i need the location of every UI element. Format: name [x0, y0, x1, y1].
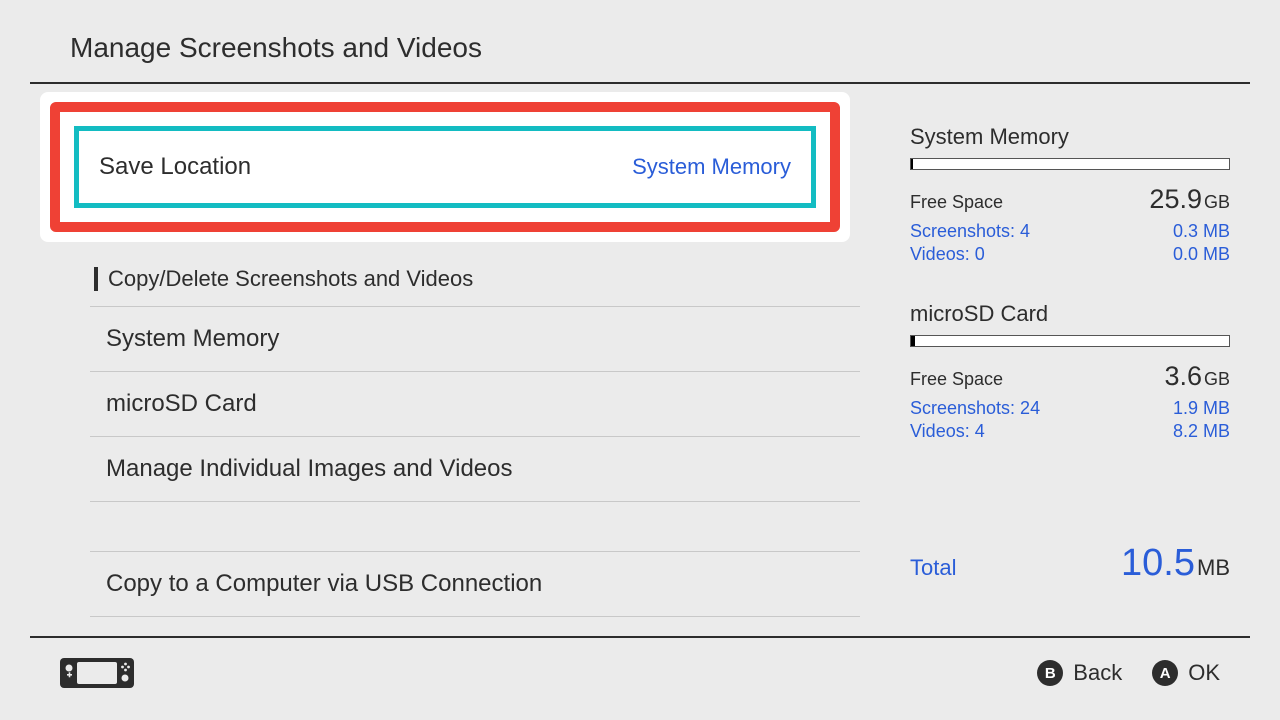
- list-item-microsd[interactable]: microSD Card: [90, 372, 860, 437]
- system-memory-videos-value: 0.0 MB: [1173, 244, 1230, 265]
- system-memory-bar: [910, 158, 1230, 170]
- microsd-bar-fill: [911, 336, 915, 346]
- main-panel: Save Location System Memory Copy/Delete …: [30, 84, 890, 636]
- microsd-screenshots-row: Screenshots: 24 1.9 MB: [910, 398, 1230, 419]
- footer-buttons: B Back A OK: [1037, 660, 1220, 686]
- menu-list: Copy/Delete Screenshots and Videos Syste…: [90, 252, 860, 617]
- storage-panel: System Memory Free Space 25.9GB Screensh…: [890, 84, 1250, 636]
- microsd-free-unit: GB: [1204, 369, 1230, 389]
- total-unit: MB: [1197, 555, 1230, 580]
- save-location-callout: Save Location System Memory: [50, 102, 840, 232]
- system-memory-screenshots-value: 0.3 MB: [1173, 221, 1230, 242]
- microsd-videos-row: Videos: 4 8.2 MB: [910, 421, 1230, 442]
- page-header: Manage Screenshots and Videos: [0, 0, 1280, 82]
- ok-label: OK: [1188, 660, 1220, 686]
- system-memory-screenshots-row: Screenshots: 4 0.3 MB: [910, 221, 1230, 242]
- microsd-bar: [910, 335, 1230, 347]
- a-button-icon: A: [1152, 660, 1178, 686]
- save-location-label: Save Location: [99, 153, 251, 181]
- page-title: Manage Screenshots and Videos: [70, 32, 1210, 64]
- save-location-value: System Memory: [632, 154, 791, 180]
- total-label: Total: [910, 555, 956, 581]
- microsd-screenshots-value: 1.9 MB: [1173, 398, 1230, 419]
- free-space-label: Free Space: [910, 369, 1003, 390]
- system-memory-screenshots-label: Screenshots: 4: [910, 221, 1030, 242]
- section-marker-icon: [94, 267, 98, 291]
- microsd-videos-label: Videos: 4: [910, 421, 985, 442]
- system-memory-free-unit: GB: [1204, 192, 1230, 212]
- ok-button[interactable]: A OK: [1152, 660, 1220, 686]
- list-item-copy-usb[interactable]: Copy to a Computer via USB Connection: [90, 552, 860, 617]
- system-memory-free-row: Free Space 25.9GB: [910, 184, 1230, 215]
- save-location-highlight: Save Location System Memory: [40, 92, 850, 242]
- total-value: 10.5: [1121, 542, 1195, 584]
- list-spacer: [90, 502, 860, 552]
- b-button-icon: B: [1037, 660, 1063, 686]
- save-location-row[interactable]: Save Location System Memory: [74, 126, 816, 208]
- back-label: Back: [1073, 660, 1122, 686]
- system-memory-bar-fill: [911, 159, 913, 169]
- free-space-label: Free Space: [910, 192, 1003, 213]
- total-row: Total 10.5MB: [910, 542, 1230, 585]
- microsd-block: microSD Card Free Space 3.6GB Screenshot…: [910, 301, 1250, 442]
- back-button[interactable]: B Back: [1037, 660, 1122, 686]
- system-memory-title: System Memory: [910, 124, 1250, 150]
- system-memory-free-value: 25.9: [1149, 184, 1202, 214]
- microsd-title: microSD Card: [910, 301, 1250, 327]
- section-header-label: Copy/Delete Screenshots and Videos: [108, 266, 473, 292]
- system-memory-videos-label: Videos: 0: [910, 244, 985, 265]
- list-item-manage-individual[interactable]: Manage Individual Images and Videos: [90, 437, 860, 502]
- content-area: Save Location System Memory Copy/Delete …: [0, 84, 1280, 636]
- microsd-screenshots-label: Screenshots: 24: [910, 398, 1040, 419]
- system-memory-block: System Memory Free Space 25.9GB Screensh…: [910, 124, 1250, 265]
- system-memory-videos-row: Videos: 0 0.0 MB: [910, 244, 1230, 265]
- footer-bar: B Back A OK: [30, 636, 1250, 688]
- microsd-free-value: 3.6: [1164, 361, 1202, 391]
- microsd-free-row: Free Space 3.6GB: [910, 361, 1230, 392]
- list-item-system-memory[interactable]: System Memory: [90, 307, 860, 372]
- list-section-header: Copy/Delete Screenshots and Videos: [90, 252, 860, 307]
- controller-icon: [60, 658, 134, 688]
- microsd-videos-value: 8.2 MB: [1173, 421, 1230, 442]
